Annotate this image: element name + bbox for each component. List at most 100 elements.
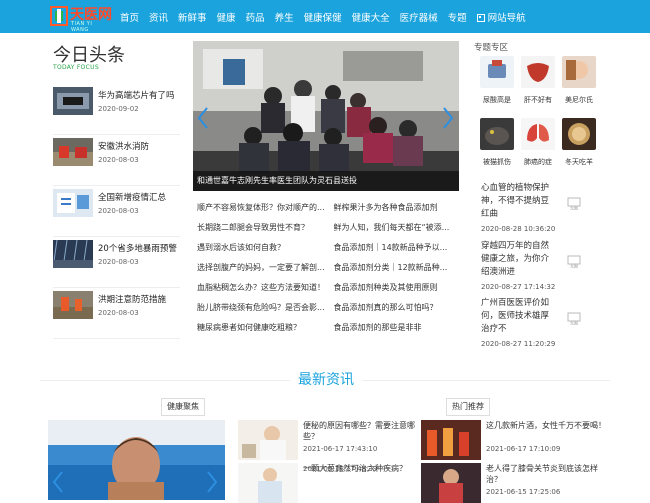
nav-health[interactable]: 健康 [217, 10, 236, 24]
news-date: 2020-08-27 11:20:29 [481, 340, 556, 348]
topic-item[interactable]: 尿酸高是 [480, 56, 514, 105]
list-item[interactable]: 老人得了膝骨关节炎到底该怎样治？ 2021-06-15 17:25:06 [421, 463, 616, 503]
news-date: 2020-08-28 10:36:20 [481, 225, 556, 233]
carousel-next-icon[interactable] [442, 106, 454, 130]
carousel-photo [193, 41, 459, 191]
news-title: 穿越四万年的自然健康之旅，为你介绍澳洲进 [481, 241, 550, 277]
news-title: 便秘的原因有哪些？需要注意哪些？ [303, 421, 415, 441]
headline-thumbnail [53, 138, 93, 166]
news-date: 2021-06-16 17:48:39 [303, 465, 378, 473]
health-focus-photo[interactable] [48, 420, 225, 500]
nav-drugs[interactable]: 药品 [246, 10, 265, 24]
topic-item[interactable]: 冬天吃羊 [562, 118, 596, 167]
article-link[interactable]: 选择剖腹产的妈妈，一定要了解剖... [197, 262, 326, 273]
topic-label: 冬天吃羊 [565, 158, 593, 166]
article-link[interactable]: 食品添加剂的那些是非非 [334, 322, 463, 333]
nav-site-map[interactable]: 网站导航 [476, 10, 526, 24]
news-date: 2021-06-15 17:25:06 [486, 488, 561, 496]
carousel-prev-icon[interactable] [197, 106, 209, 130]
article-link[interactable]: 顺产不容易恢复体形？你对顺产的... [197, 202, 326, 213]
article-link[interactable]: 食品添加剂｜14款新品种予以... [334, 242, 463, 253]
topic-thumbnail [480, 118, 514, 150]
headline-date: 2020-08-03 [98, 258, 139, 266]
headline-title: 全国新增疫情汇总 [98, 193, 167, 203]
headline-date: 2020-08-03 [98, 309, 139, 317]
headline-thumbnail [53, 87, 93, 115]
logo-icon [50, 6, 68, 26]
main-nav: 首页 资讯 新鲜事 健康 药品 养生 健康保健 健康大全 医疗器械 专题 网站导… [115, 0, 531, 33]
headline-title: 安徽洪水消防 [98, 142, 150, 152]
topic-item[interactable]: 被猫抓伤 [480, 118, 514, 167]
news-date: 2021-06-17 17:10:09 [486, 445, 561, 453]
headline-date: 2020-08-03 [98, 156, 139, 164]
article-link[interactable]: 血脂粘稠怎么办？这些方法要知道！ [197, 282, 326, 293]
topic-thumbnail [562, 118, 596, 150]
svg-text:无图: 无图 [570, 205, 578, 211]
health-focus-image [48, 420, 225, 500]
nav-health-encyclopedia[interactable]: 健康大全 [352, 10, 390, 24]
carousel-caption: 和通世嘉牛志刚先生率医生团队为灵石县送投 [193, 171, 459, 191]
topic-item[interactable]: 美尼尔氏 [562, 56, 596, 105]
grid-icon [476, 13, 485, 22]
news-title: 老人得了膝骨关节炎到底该怎样治？ [486, 464, 598, 484]
headline-list: 华为高端芯片有了吗 2020-09-02 安徽洪水消防 2020-08-03 全… [53, 84, 180, 339]
list-item[interactable]: 一颗大葱竟然可治六种疾病？ 2021-06-16 17:48:39 [238, 463, 428, 503]
topic-thumbnail [521, 56, 555, 88]
topic-thumbnail [562, 56, 596, 88]
logo-subtext: TIAN YI WANG [71, 21, 93, 33]
topic-label: 美尼尔氏 [565, 96, 593, 104]
photo-prev-icon[interactable] [52, 470, 64, 494]
svg-text:无图: 无图 [570, 263, 578, 269]
list-item[interactable]: 便秘的原因有哪些？需要注意哪些？ 2021-06-17 17:43:10 [238, 420, 428, 460]
list-item[interactable]: 穿越四万年的自然健康之旅，为你介绍澳洲进 2020-08-27 17:14:32… [481, 240, 601, 291]
list-item[interactable]: 洪期注意防范措施 2020-08-03 [53, 288, 180, 339]
article-link-grid: 顺产不容易恢复体形？你对顺产的... 鲜榨果汁多为各种食品添加剂 长期跷二郎腿会导… [197, 197, 462, 337]
tab-health-focus[interactable]: 健康聚焦 [161, 398, 205, 416]
article-link[interactable]: 食品添加剂真的那么可怕吗？ [334, 302, 463, 313]
news-carousel[interactable]: 和通世嘉牛志刚先生率医生团队为灵石县送投 [193, 41, 459, 191]
topic-thumbnail [521, 118, 555, 150]
list-item[interactable]: 心血管的植物保护神，不得不提纳豆红曲 2020-08-28 10:36:20 无… [481, 182, 601, 233]
list-item[interactable]: 安徽洪水消防 2020-08-03 [53, 135, 180, 186]
article-link[interactable]: 食品添加剂种类及其使用原则 [334, 282, 463, 293]
headline-thumbnail [53, 291, 93, 319]
topic-label: 被猫抓伤 [483, 158, 511, 166]
news-title: 心血管的植物保护神，不得不提纳豆红曲 [481, 183, 550, 219]
list-item[interactable]: 这几款新片酒，女性千万不要喝！ 2021-06-17 17:10:09 [421, 420, 616, 460]
article-link[interactable]: 鲜为人知，我们每天都在“被添... [334, 222, 463, 233]
news-title: 广州百医医评价如何，医师技术雄厚治疗不 [481, 298, 550, 334]
image-placeholder-icon: 无图 [567, 195, 581, 211]
list-item[interactable]: 华为高端芯片有了吗 2020-09-02 [53, 84, 180, 135]
today-subtitle: TODAY FOCUS [53, 64, 99, 71]
nav-health-care[interactable]: 健康保健 [304, 10, 342, 24]
headline-title: 华为高端芯片有了吗 [98, 91, 175, 101]
article-link[interactable]: 遇到溺水后该如何自救？ [197, 242, 326, 253]
article-link[interactable]: 胎儿脐带绕颈有危险吗？是否会影... [197, 302, 326, 313]
nav-fresh[interactable]: 新鲜事 [178, 10, 207, 24]
article-link[interactable]: 长期跷二郎腿会导致男性不育？ [197, 222, 326, 233]
list-item[interactable]: 广州百医医评价如何，医师技术雄厚治疗不 2020-08-27 11:20:29 … [481, 297, 601, 348]
nav-medical-devices[interactable]: 医疗器械 [400, 10, 438, 24]
top-nav-bar: 天医网 TIAN YI WANG 首页 资讯 新鲜事 健康 药品 养生 健康保健… [0, 0, 650, 33]
headline-title: 20个省多地暴雨预警 [98, 244, 177, 254]
topic-item[interactable]: 肺癌的症 [521, 118, 555, 167]
list-item[interactable]: 20个省多地暴雨预警 2020-08-03 [53, 237, 180, 288]
news-thumbnail [238, 463, 298, 503]
svg-text:无图: 无图 [570, 320, 578, 326]
site-logo[interactable]: 天医网 TIAN YI WANG [50, 5, 112, 33]
nav-topics[interactable]: 专题 [448, 10, 467, 24]
article-link[interactable]: 鲜榨果汁多为各种食品添加剂 [334, 202, 463, 213]
headline-date: 2020-09-02 [98, 105, 139, 113]
article-link[interactable]: 糖尿病患者如何健康吃粗粮？ [197, 322, 326, 333]
latest-title: 最新资讯 [290, 369, 362, 389]
photo-next-icon[interactable] [206, 470, 218, 494]
topic-item[interactable]: 肝不好有 [521, 56, 555, 105]
tab-hot-recommend[interactable]: 热门推荐 [446, 398, 490, 416]
list-item[interactable]: 全国新增疫情汇总 2020-08-03 [53, 186, 180, 237]
nav-home[interactable]: 首页 [120, 10, 139, 24]
nav-wellness[interactable]: 养生 [275, 10, 294, 24]
topic-label: 尿酸高是 [483, 96, 511, 104]
article-link[interactable]: 食品添加剂分类｜12款新品种... [334, 262, 463, 273]
nav-news[interactable]: 资讯 [149, 10, 168, 24]
headline-date: 2020-08-03 [98, 207, 139, 215]
